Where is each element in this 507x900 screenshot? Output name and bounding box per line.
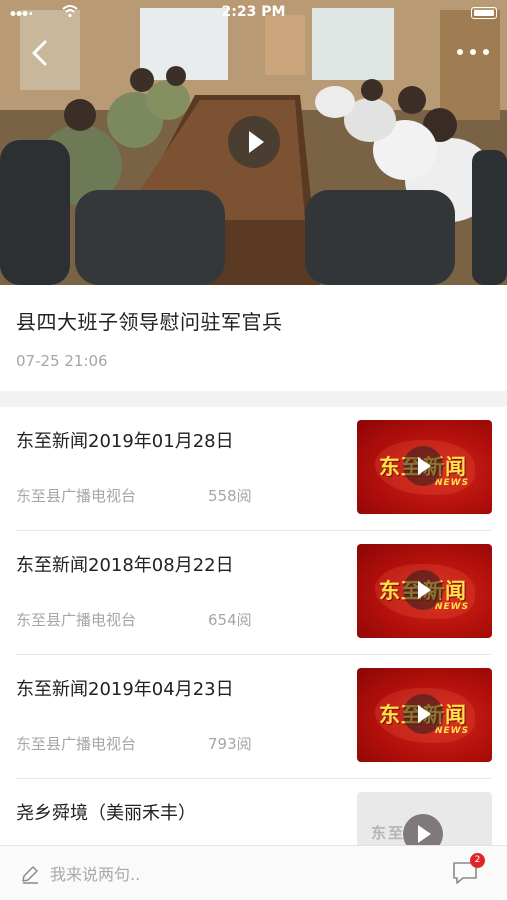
comment-count-badge: 2 bbox=[470, 853, 485, 868]
play-icon bbox=[403, 694, 443, 734]
thumb-logo: 东至 bbox=[371, 824, 406, 842]
thumb-logo-sub: NEWS bbox=[435, 478, 470, 488]
thumb-logo-sub: NEWS bbox=[435, 726, 470, 736]
list-item[interactable]: 东至新闻2018年08月22日 东至县广播电视台 654阅 东至新闻 NEWS bbox=[0, 531, 507, 655]
list-item[interactable]: 尧乡舜境（美丽禾丰） 东至 bbox=[0, 779, 507, 845]
news-read-count: 558阅 bbox=[208, 487, 252, 505]
news-title: 东至新闻2018年08月22日 bbox=[16, 555, 234, 576]
news-source: 东至县广播电视台 bbox=[16, 735, 137, 753]
news-thumbnail: 东至新闻 NEWS bbox=[357, 544, 492, 638]
play-icon bbox=[403, 446, 443, 486]
play-icon[interactable] bbox=[228, 116, 280, 168]
article-title: 县四大班子领导慰问驻军官兵 bbox=[16, 310, 283, 334]
battery-icon bbox=[471, 7, 497, 19]
news-source: 东至县广播电视台 bbox=[16, 487, 137, 505]
news-title: 东至新闻2019年04月23日 bbox=[16, 679, 234, 700]
play-icon bbox=[403, 814, 443, 845]
list-item[interactable]: 东至新闻2019年01月28日 东至县广播电视台 558阅 东至新闻 NEWS bbox=[0, 407, 507, 531]
thumb-logo-sub: NEWS bbox=[435, 602, 470, 612]
status-bar: 2:23 PM bbox=[0, 0, 507, 26]
article-time: 07-25 21:06 bbox=[16, 352, 108, 370]
news-read-count: 793阅 bbox=[208, 735, 252, 753]
news-thumbnail: 东至 bbox=[357, 792, 492, 845]
comment-input[interactable] bbox=[50, 862, 330, 886]
video-player[interactable]: 2:23 PM bbox=[0, 0, 507, 285]
more-dots-icon[interactable] bbox=[453, 40, 493, 64]
play-icon bbox=[403, 570, 443, 610]
list-item[interactable]: 东至新闻2019年04月23日 东至县广播电视台 793阅 东至新闻 NEWS bbox=[0, 655, 507, 779]
news-title: 东至新闻2019年01月28日 bbox=[16, 431, 234, 452]
news-thumbnail: 东至新闻 NEWS bbox=[357, 668, 492, 762]
news-source: 东至县广播电视台 bbox=[16, 611, 137, 629]
news-thumbnail: 东至新闻 NEWS bbox=[357, 420, 492, 514]
news-title: 尧乡舜境（美丽禾丰） bbox=[16, 803, 196, 824]
pencil-icon bbox=[22, 866, 38, 884]
status-time: 2:23 PM bbox=[221, 4, 286, 20]
news-read-count: 654阅 bbox=[208, 611, 252, 629]
back-arrow-icon[interactable] bbox=[26, 38, 56, 68]
section-divider bbox=[0, 391, 507, 407]
comment-bar bbox=[0, 845, 507, 900]
